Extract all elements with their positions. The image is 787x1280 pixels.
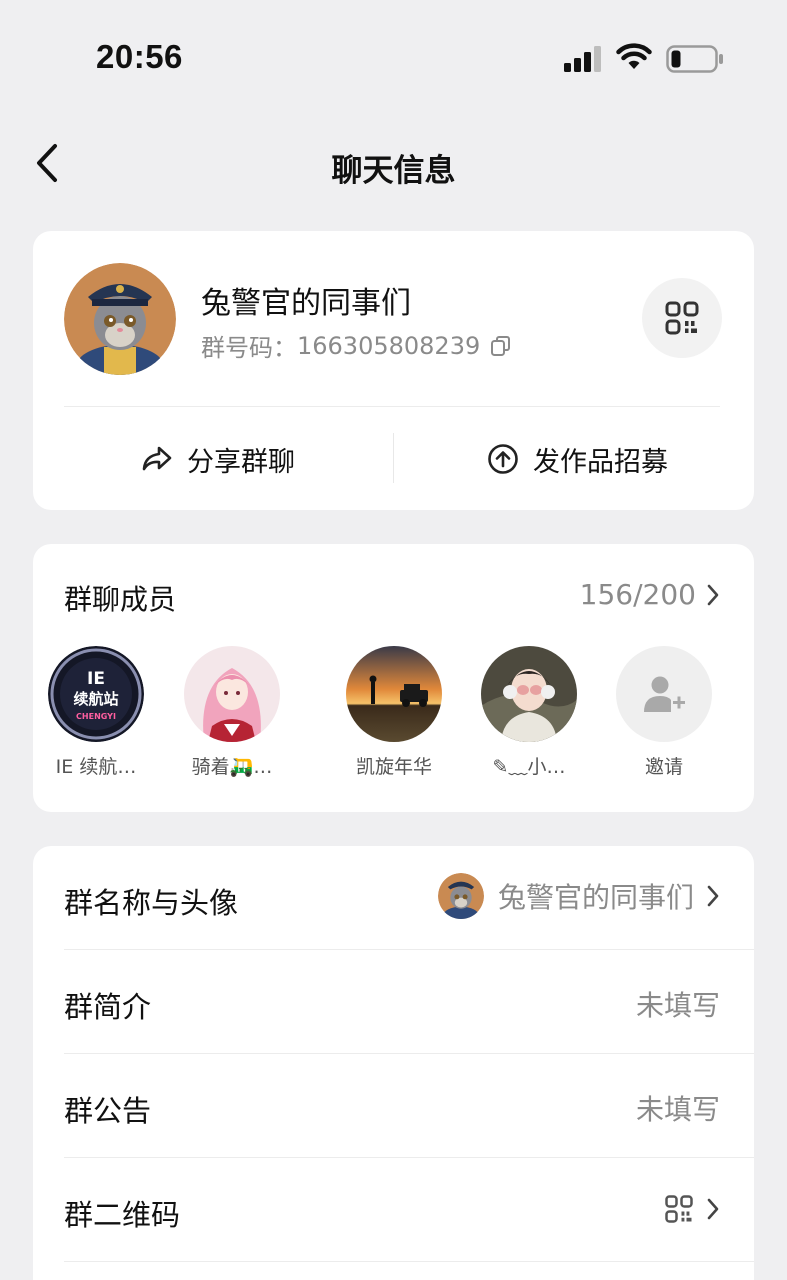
rabbit-officer-avatar-icon: [64, 263, 176, 375]
row-label: 群公告: [64, 1094, 152, 1128]
share-group-label: 分享群聊: [187, 446, 295, 478]
qr-code-icon: [665, 301, 699, 335]
upload-circle-icon: [488, 444, 518, 474]
member-name: ✎﹏小…: [492, 756, 566, 778]
cellular-signal-icon: [564, 46, 601, 72]
row-value-text: 兔警官的同事们: [497, 881, 694, 914]
ie-badge-top-text: IE: [87, 669, 105, 689]
group-name-avatar-row[interactable]: 群名称与头像 兔警官的同事们: [33, 846, 754, 950]
group-id-row: 群号码： 166305808239: [201, 328, 512, 363]
group-settings-card: 群名称与头像 兔警官的同事们 群简介 未填写 群公告 未填写 群二维码: [33, 846, 754, 1280]
ie-badge-avatar-icon: IE 续航站 CHENGYI: [48, 646, 144, 742]
member-name: IE 续航…: [55, 756, 137, 778]
qr-code-icon: [665, 1195, 693, 1223]
rabbit-officer-avatar-icon: [437, 873, 484, 919]
page-title: 聊天信息: [331, 153, 456, 189]
group-avatar[interactable]: [64, 263, 176, 375]
member-name: 邀请: [644, 756, 683, 778]
group-name: 兔警官的同事们: [201, 286, 411, 321]
girl-headphones-avatar-icon: [481, 646, 577, 742]
group-id-value: 166305808239: [297, 331, 481, 360]
member-avatar: [346, 646, 442, 742]
vertical-divider: [393, 433, 394, 483]
member-avatar: IE 续航站 CHENGYI: [48, 646, 144, 742]
member-name: 凯旋年华: [355, 756, 432, 778]
divider: [64, 406, 720, 407]
group-intro-row[interactable]: 群简介 未填写: [33, 950, 754, 1054]
row-value: 未填写: [635, 989, 720, 1022]
row-value: [664, 1194, 720, 1224]
copy-icon[interactable]: [490, 335, 512, 357]
member-name: 骑着🛺…: [191, 756, 273, 778]
post-recruit-button[interactable]: 发作品招募: [487, 431, 668, 487]
share-arrow-icon: [142, 446, 172, 471]
anime-girl-avatar-icon: [184, 646, 280, 742]
members-count-link[interactable]: 156/200: [580, 578, 720, 611]
chevron-right-icon: [707, 584, 719, 605]
qr-code-button[interactable]: [642, 278, 722, 358]
group-mini-avatar: [437, 873, 484, 919]
add-user-icon: [644, 676, 685, 712]
group-members-card: 群聊成员 156/200 IE 续航站 CHENGYI IE 续航… 骑着🛺… …: [33, 544, 754, 812]
row-label: 群简介: [64, 990, 152, 1024]
status-time: 20:56: [96, 38, 183, 75]
divider: [64, 1261, 754, 1262]
member-item[interactable]: IE 续航站 CHENGYI IE 续航…: [41, 646, 151, 779]
chevron-right-icon: [707, 885, 719, 907]
status-bar: 20:56: [0, 0, 787, 110]
nav-bar: 聊天信息: [0, 125, 787, 205]
members-title: 群聊成员: [64, 583, 177, 616]
ie-badge-mid-text: 续航站: [73, 690, 118, 708]
chevron-right-icon: [707, 1198, 719, 1220]
member-item[interactable]: ✎﹏小…: [474, 646, 584, 779]
sunset-car-avatar-icon: [346, 646, 442, 742]
group-notice-row[interactable]: 群公告 未填写: [33, 1054, 754, 1158]
share-group-button[interactable]: 分享群聊: [141, 431, 295, 487]
member-avatar: [481, 646, 577, 742]
group-qr-code-row[interactable]: 群二维码: [33, 1158, 754, 1262]
member-item[interactable]: 凯旋年华: [339, 646, 449, 779]
post-recruit-label: 发作品招募: [533, 446, 668, 478]
chat-info-screen: 20:56 聊天信息 兔警官的同事们 群号码： 166305808239 分享群…: [0, 0, 787, 1280]
group-id-label: 群号码：: [201, 334, 297, 362]
members-count: 156/200: [579, 578, 696, 611]
row-label: 群名称与头像: [64, 886, 239, 920]
row-value: 兔警官的同事们: [437, 873, 720, 919]
invite-member-button[interactable]: 邀请: [609, 646, 719, 779]
row-label: 群二维码: [64, 1198, 181, 1232]
group-info-card: 兔警官的同事们 群号码： 166305808239 分享群聊 发作品招募: [33, 231, 754, 510]
invite-avatar: [616, 646, 712, 742]
member-item[interactable]: 骑着🛺…: [177, 646, 287, 779]
wifi-icon: [616, 43, 652, 69]
ie-badge-bottom-text: CHENGYI: [76, 712, 116, 721]
battery-icon: [666, 45, 723, 73]
row-value: 未填写: [635, 1093, 720, 1126]
member-avatar: [184, 646, 280, 742]
